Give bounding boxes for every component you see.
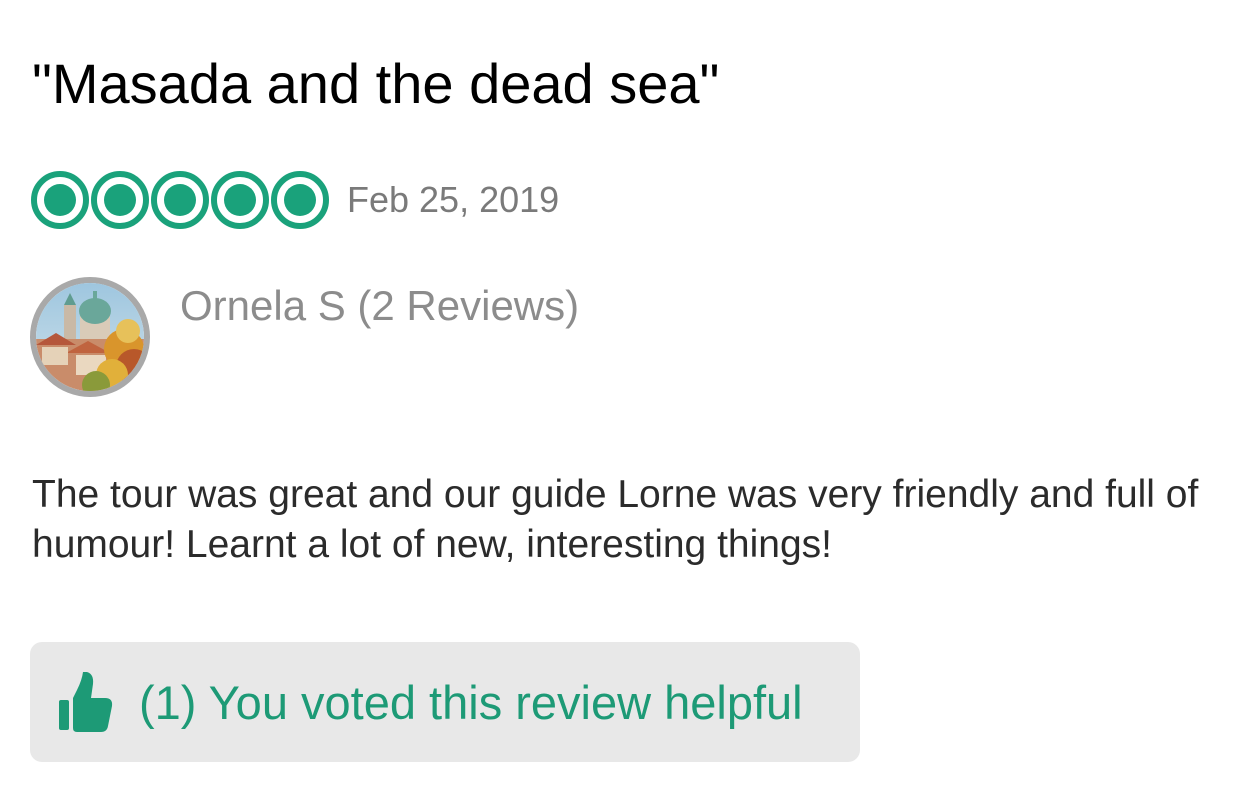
rating-bubble-icon [211, 171, 269, 229]
helpful-vote-label: (1) You voted this review helpful [139, 675, 803, 729]
rating-bubble-icon [31, 171, 89, 229]
review-card: "Masada and the dead sea" Feb 25, 2019 O… [0, 0, 1242, 789]
author-name[interactable]: Ornela S (2 Reviews) [180, 280, 579, 332]
review-date: Feb 25, 2019 [347, 179, 560, 220]
avatar[interactable] [30, 277, 150, 397]
rating-bubbles [30, 170, 330, 230]
thumbs-up-icon [59, 672, 113, 732]
rating-bubble-icon [151, 171, 209, 229]
rating-row: Feb 25, 2019 [30, 170, 559, 230]
helpful-vote-button[interactable]: (1) You voted this review helpful [30, 642, 860, 762]
review-body: The tour was great and our guide Lorne w… [32, 473, 1199, 566]
review-title: "Masada and the dead sea" [32, 52, 720, 115]
rating-bubble-icon [91, 171, 149, 229]
rating-bubble-icon [271, 171, 329, 229]
avatar-photo [36, 283, 144, 391]
